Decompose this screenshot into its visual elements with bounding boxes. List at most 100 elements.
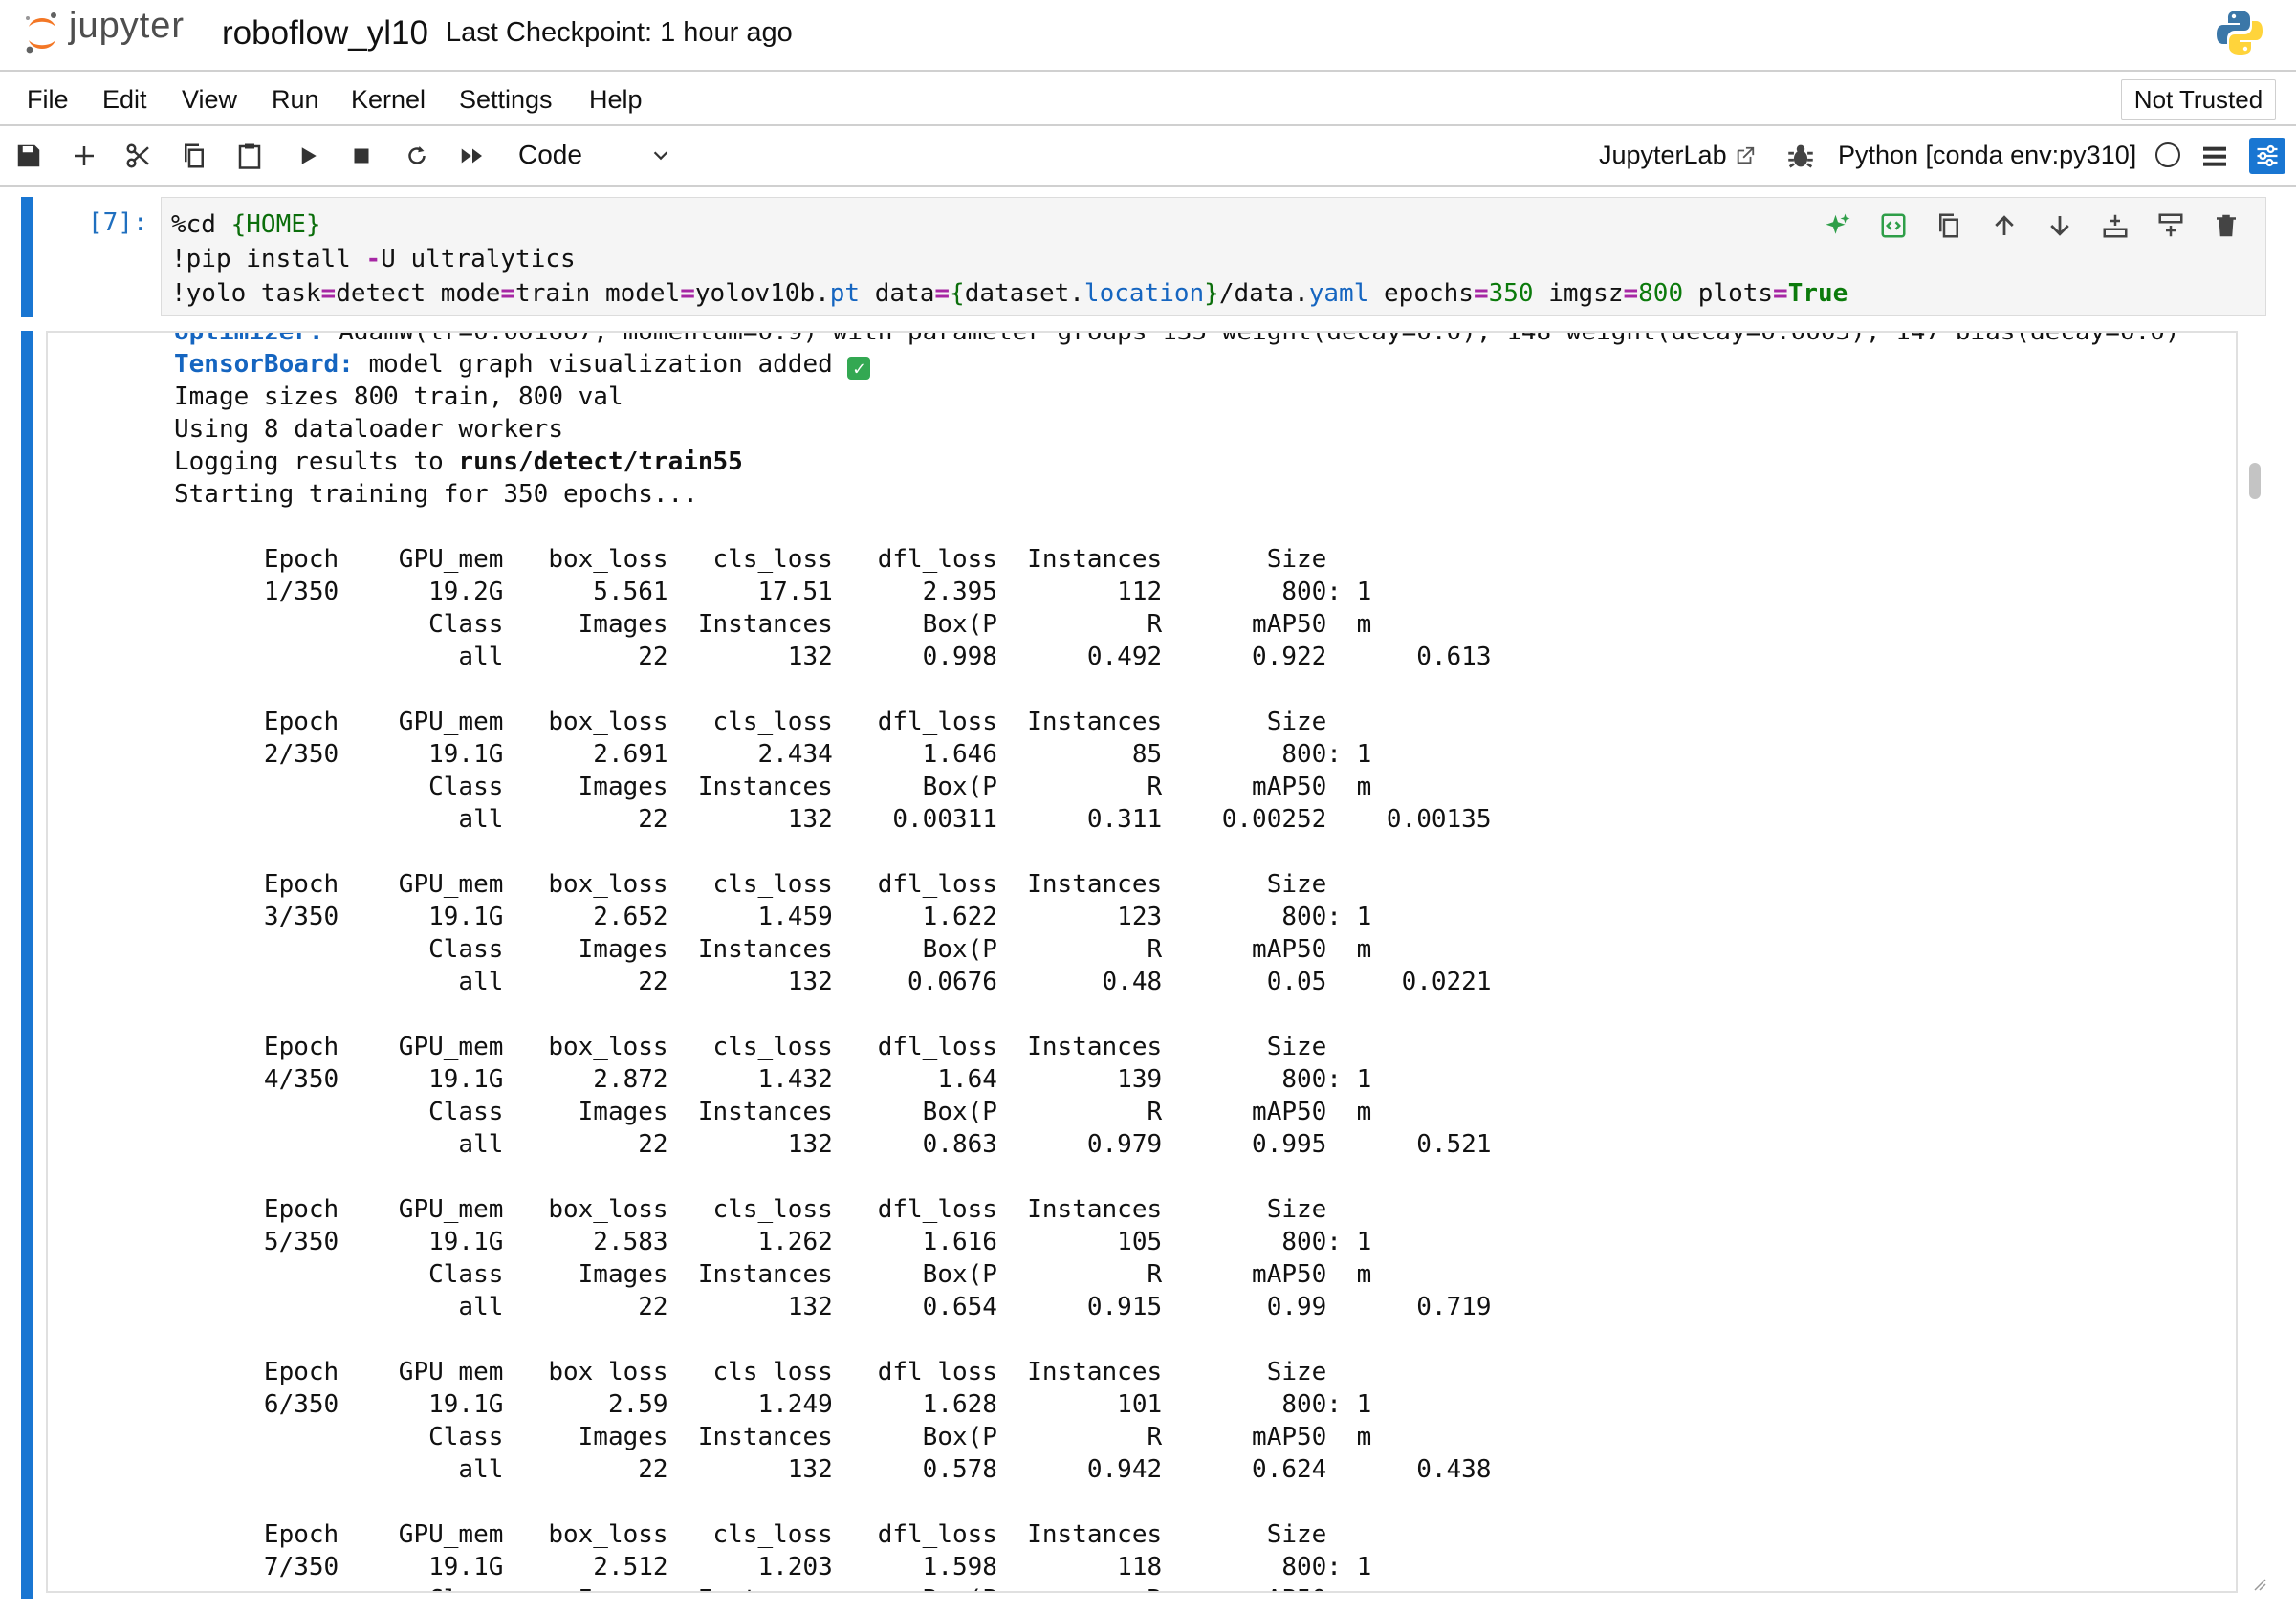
property-inspector-button[interactable] [2249,138,2285,174]
cut-cell-button[interactable] [121,139,156,173]
tensorboard-label: TensorBoard: [174,350,354,379]
restart-kernel-button[interactable] [400,139,434,173]
code-token: train model [515,279,681,308]
cell-output-area[interactable]: optimizer: AdamW(lr=0.001667, momentum=0… [46,331,2238,1593]
kernel-name[interactable]: Python [conda env:py310] [1838,141,2136,170]
cell-toolbar [1822,209,2242,244]
kernel-status-circle-icon [2155,142,2180,167]
code-token: - [365,245,382,273]
training-log-output: optimizer: AdamW(lr=0.001667, momentum=0… [174,331,2180,1591]
notebook-cell-area: [7]: %cd {HOME} !pip install -U ultralyt… [0,187,2296,1614]
jupyterlab-label: JupyterLab [1599,141,1727,169]
output-collapser[interactable] [21,331,33,1599]
insert-cell-above-button[interactable] [2099,209,2132,242]
code-token: /data. [1218,279,1309,308]
code-token: { [950,279,965,308]
save-icon [17,144,40,167]
notebook-toolbar: Code JupyterLab Python [conda env:py310] [0,126,2296,187]
menu-view[interactable]: View [182,85,237,115]
duplicate-icon [1939,213,1958,238]
input-collapser[interactable] [21,197,33,317]
code-token: = [320,279,337,308]
code-token: imgsz [1533,279,1624,308]
code-brackets-icon [1881,213,1906,238]
code-token: = [934,279,951,308]
move-cell-up-button[interactable] [1988,209,2021,242]
code-token: U ultralytics [381,245,576,273]
bug-icon[interactable] [1784,140,1817,172]
menu-bar: File Edit View Run Kernel Settings Help … [0,72,2296,126]
optimizer-text: AdamW(lr=0.001667, momentum=0.9) with pa… [323,331,2180,346]
code-token: dataset. [964,279,1084,308]
resize-grip-icon[interactable] [2251,1576,2266,1591]
open-in-jupyterlab-link[interactable]: JupyterLab [1599,141,1756,170]
code-token: {HOME} [230,210,321,239]
execution-count-prompt: [7]: [88,208,148,237]
code-token: = [680,279,695,308]
not-trusted-button[interactable]: Not Trusted [2121,79,2276,120]
code-token: location [1083,279,1205,308]
menu-help[interactable]: Help [589,85,643,115]
copy-icon [185,143,204,168]
starting-training-line: Starting training for 350 epochs... [174,480,698,509]
code-token: True [1787,279,1848,308]
insert-cell-below-button[interactable] [2154,209,2187,242]
python-logo-icon [2217,11,2263,55]
menu-edit[interactable]: Edit [102,85,147,115]
code-token: = [1473,279,1489,308]
image-sizes-line: Image sizes 800 train, 800 val [174,382,623,411]
code-token: plots [1683,279,1774,308]
code-editor[interactable]: %cd {HOME} !pip install -U ultralytics !… [171,207,1848,311]
save-button[interactable] [11,139,46,173]
insert-cell-button[interactable] [67,139,101,173]
menu-run[interactable]: Run [272,85,319,115]
fast-forward-icon [461,148,482,164]
output-scrollbar[interactable] [2245,331,2263,1593]
kernel-menu-icon[interactable] [2199,141,2230,171]
trash-icon [2217,214,2236,237]
notebook-title[interactable]: roboflow_yl10 [222,14,428,53]
jupyter-logo-icon[interactable] [23,10,61,55]
move-cell-down-button[interactable] [2044,209,2076,242]
duplicate-cell-button[interactable] [1933,209,1965,242]
paste-cell-button[interactable] [232,139,267,173]
code-cell-input[interactable]: %cd {HOME} !pip install -U ultralytics !… [161,197,2266,316]
code-token: detect mode [336,279,501,308]
jupyter-logo-text: jupyter [69,6,186,46]
code-token: %cd [171,210,231,239]
arrow-up-icon [1995,215,2014,235]
copy-cell-button[interactable] [177,139,211,173]
insert-above-icon [2103,214,2128,238]
top-bar: jupyter roboflow_yl10 Last Checkpoint: 1… [0,0,2296,72]
ai-sparkle-button[interactable] [1822,209,1854,242]
toggle-code-button[interactable] [1877,209,1910,242]
cell-type-select[interactable]: Code [505,136,677,174]
menu-kernel[interactable]: Kernel [351,85,426,115]
tensorboard-text: model graph visualization added [353,350,848,379]
output-scroll-thumb[interactable] [2249,463,2261,499]
code-token: } [1204,279,1219,308]
insert-below-icon [2158,213,2183,237]
delete-cell-button[interactable] [2210,209,2242,242]
code-token: = [500,279,516,308]
epoch-metrics-table: Epoch GPU_mem box_loss cls_loss dfl_loss… [263,545,1492,1591]
menu-settings[interactable]: Settings [459,85,553,115]
optimizer-label: optimizer: [174,331,324,346]
code-token: 800 [1638,279,1684,308]
logging-line: Logging results to [174,447,459,476]
sparkle-icon [1826,213,1850,234]
stop-icon [354,148,369,164]
code-token: = [1623,279,1639,308]
code-token: 350 [1488,279,1534,308]
last-checkpoint: Last Checkpoint: 1 hour ago [446,17,793,48]
run-cell-button[interactable] [291,139,325,173]
play-icon [301,147,317,164]
cell-type-value: Code [518,140,582,169]
menu-file[interactable]: File [27,85,69,115]
restart-icon [408,146,426,164]
restart-run-all-button[interactable] [455,139,490,173]
code-token: epochs [1368,279,1474,308]
code-token: !pip install [171,245,366,273]
interrupt-kernel-button[interactable] [344,139,379,173]
code-token: yolov10b. [694,279,830,308]
